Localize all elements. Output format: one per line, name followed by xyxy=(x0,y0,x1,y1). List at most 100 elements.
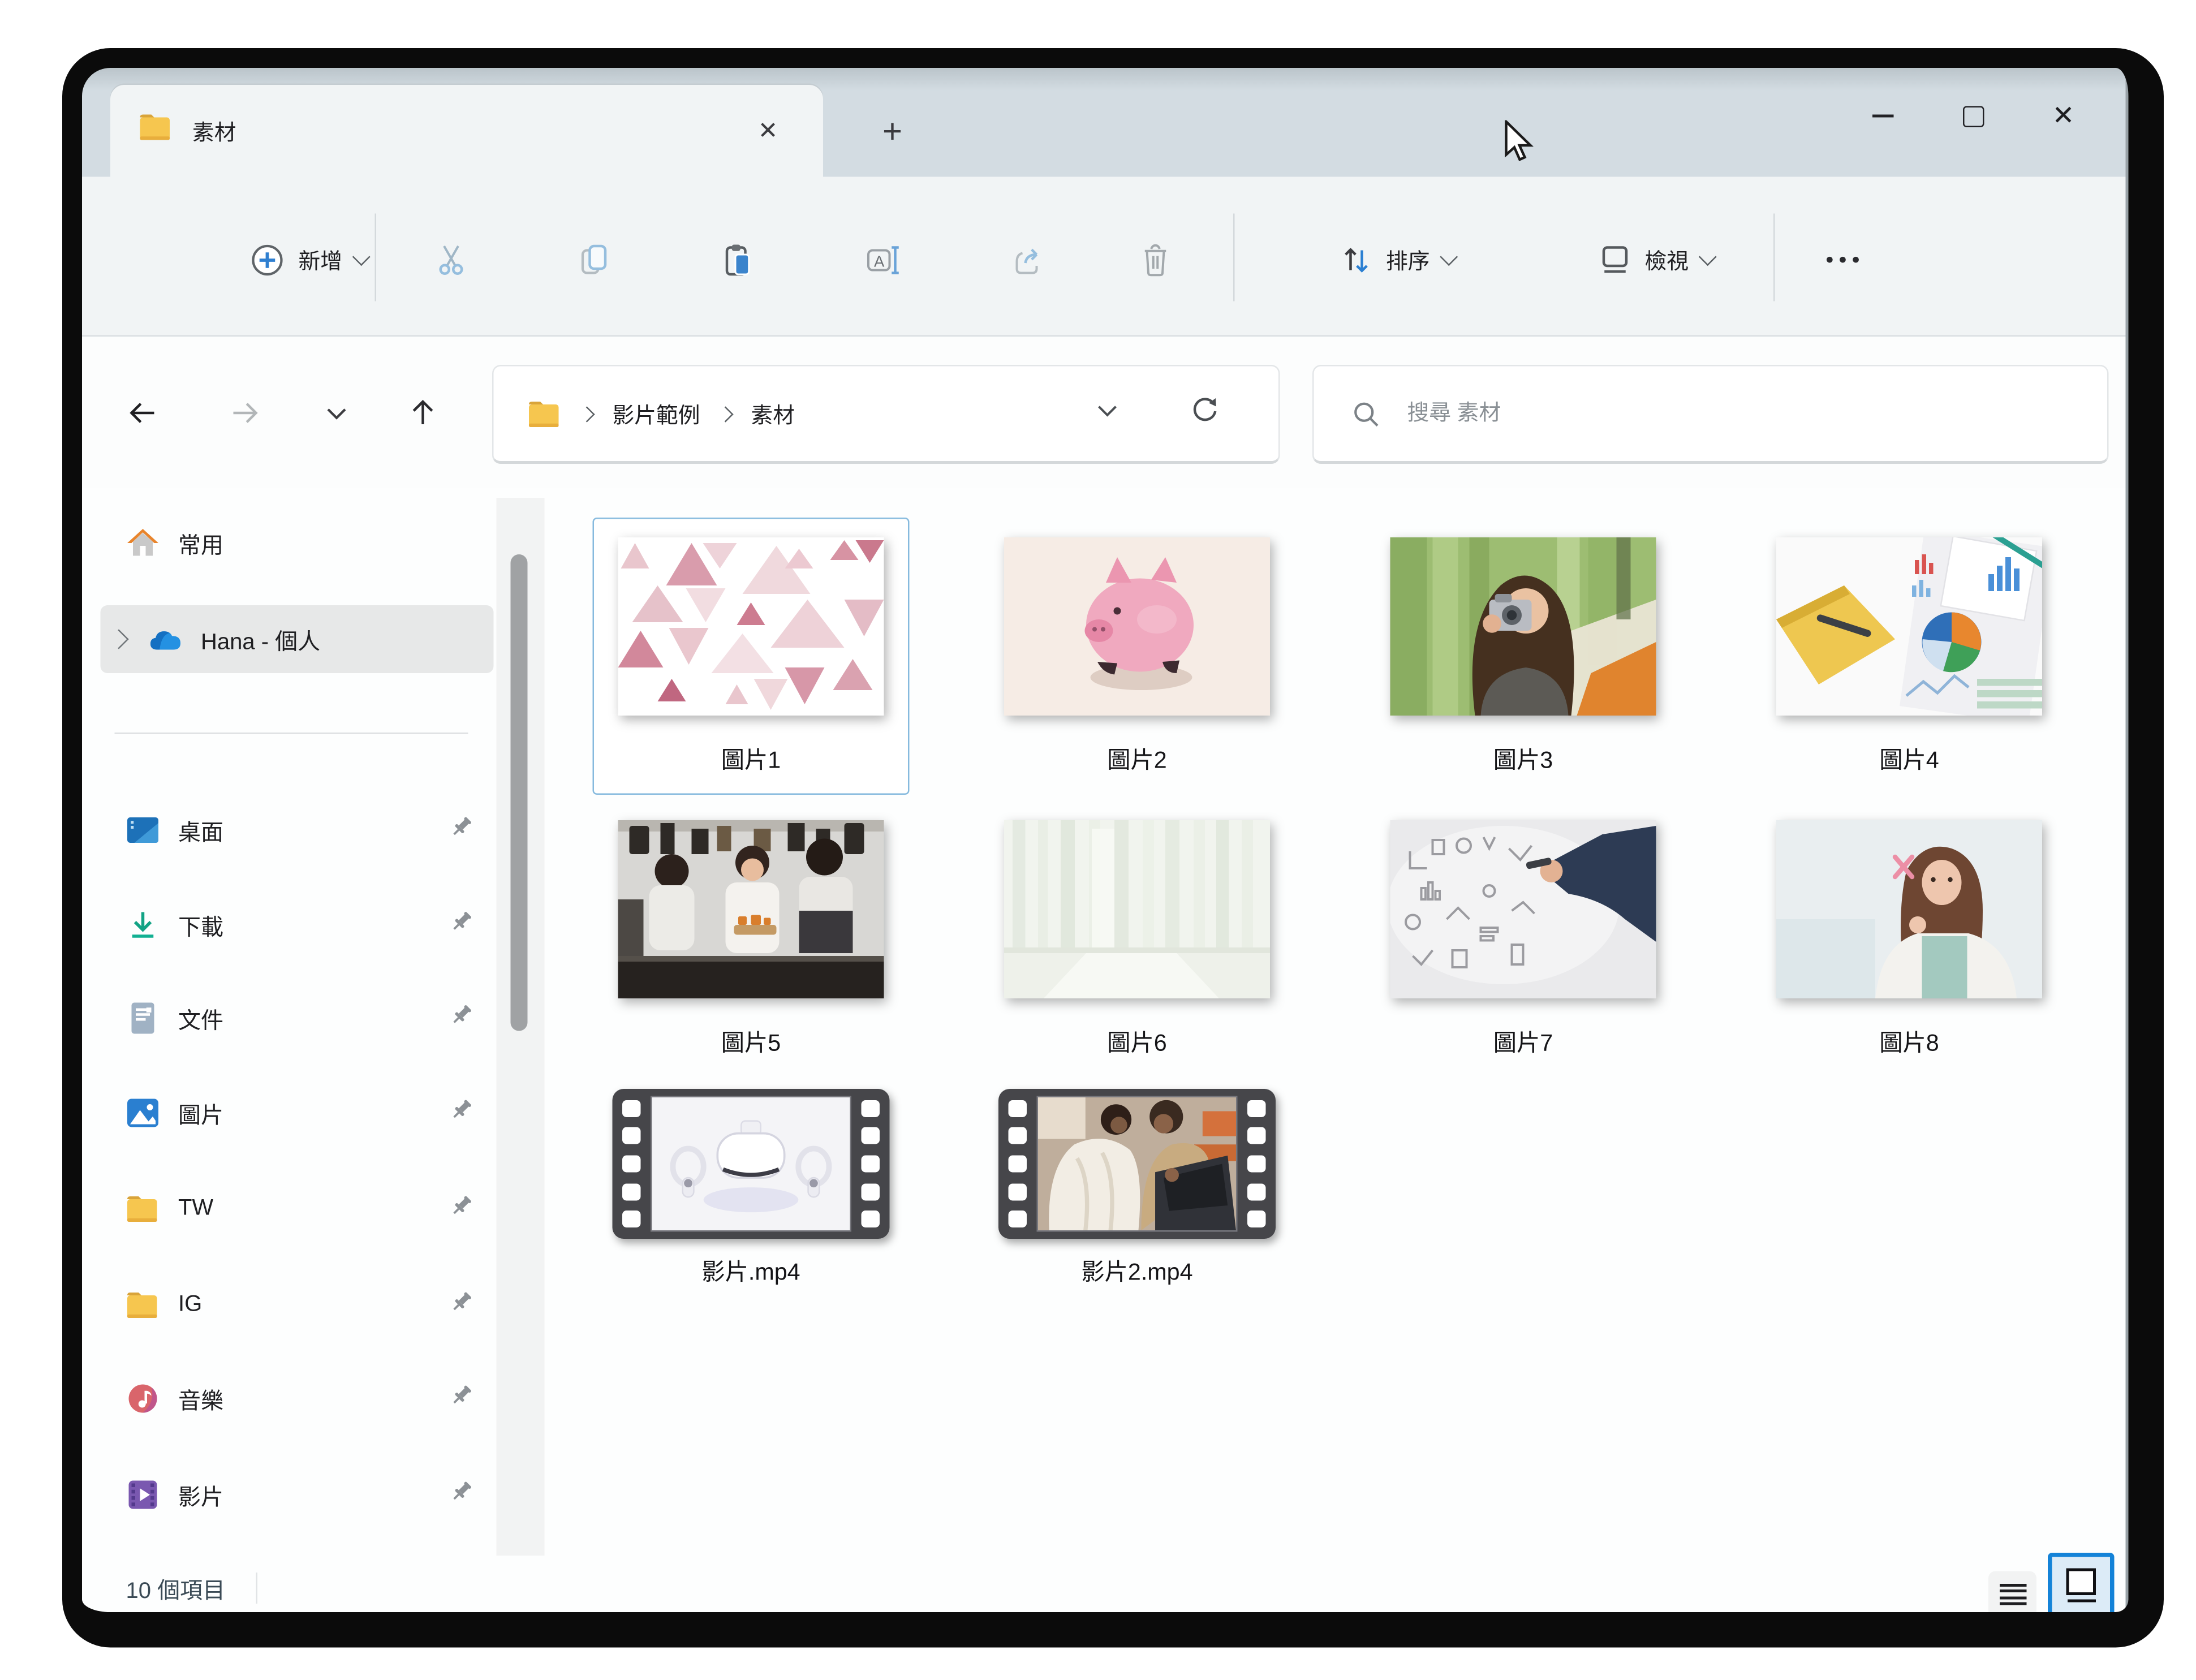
window-controls: ✕ xyxy=(1837,81,2126,152)
file-tile-image7[interactable]: 圖片7 xyxy=(1365,800,1682,1078)
file-label: 圖片4 xyxy=(1879,746,1939,778)
breadcrumb-parent[interactable]: 影片範例 xyxy=(613,398,700,429)
image5-thumbnail xyxy=(618,820,884,998)
file-label: 圖片5 xyxy=(721,1028,781,1061)
folder-icon xyxy=(126,1289,160,1323)
sidebar-scrollbar-thumb[interactable] xyxy=(511,554,528,1031)
details-view-button[interactable] xyxy=(1988,1571,2036,1613)
file-tile-image5[interactable]: 圖片5 xyxy=(593,800,910,1078)
share-button[interactable] xyxy=(1011,243,1045,277)
search-box[interactable] xyxy=(1312,365,2109,464)
copy-icon xyxy=(577,243,611,277)
tab-close-button[interactable]: ✕ xyxy=(750,113,786,149)
file-tile-image3[interactable]: 圖片3 xyxy=(1365,518,1682,795)
paste-button[interactable] xyxy=(721,243,755,277)
circle-plus-icon xyxy=(249,242,286,279)
refresh-icon xyxy=(1188,393,1222,427)
command-toolbar: 新增 A 排序 xyxy=(82,177,2126,337)
minimize-button[interactable] xyxy=(1837,85,1928,147)
sidebar-item-home[interactable]: 常用 xyxy=(101,512,494,574)
new-tab-button[interactable]: + xyxy=(868,109,916,157)
filmstrip-thumbnail xyxy=(998,1089,1276,1239)
folder-icon xyxy=(139,113,173,149)
tab-strip: 素材 ✕ + ✕ xyxy=(82,67,2126,177)
toolbar-separator xyxy=(1773,214,1775,301)
large-icons-view-button[interactable] xyxy=(2048,1553,2115,1612)
pin-icon xyxy=(450,1003,474,1034)
sidebar-item-desktop[interactable]: 桌面 xyxy=(101,799,494,861)
up-button[interactable] xyxy=(395,385,451,441)
search-input[interactable] xyxy=(1405,399,2004,428)
view-layout-icon xyxy=(1598,243,1632,277)
recent-locations-button[interactable] xyxy=(308,385,365,441)
back-button[interactable] xyxy=(115,385,171,441)
image3-thumbnail xyxy=(1390,537,1656,716)
rename-button[interactable]: A xyxy=(866,243,902,277)
image8-thumbnail xyxy=(1776,820,2042,998)
sidebar-item-ig-folder[interactable]: IG xyxy=(101,1274,494,1337)
sidebar-item-onedrive[interactable]: Hana - 個人 xyxy=(101,605,494,673)
pin-icon xyxy=(450,1194,474,1225)
tab-material-folder[interactable]: 素材 ✕ xyxy=(110,85,823,177)
image7-thumbnail xyxy=(1390,820,1656,998)
more-options-button[interactable]: ••• xyxy=(1826,248,1865,273)
rename-icon: A xyxy=(866,243,902,277)
status-separator xyxy=(256,1572,258,1603)
breadcrumb-chevron-icon xyxy=(717,406,733,421)
file-explorer-window: 素材 ✕ + ✕ 新增 xyxy=(82,67,2126,1613)
file-tile-image1[interactable]: 圖片1 xyxy=(593,518,910,795)
forward-button[interactable] xyxy=(217,385,273,441)
home-icon xyxy=(126,526,160,560)
pictures-icon xyxy=(126,1096,160,1130)
download-icon xyxy=(126,908,160,942)
file-tile-video2[interactable]: 影片2.mp4 xyxy=(979,1083,1295,1360)
status-bar: 10 個項目 xyxy=(82,1563,2126,1613)
address-row: 影片範例 素材 xyxy=(82,337,2126,488)
maximize-button[interactable] xyxy=(1928,85,2018,147)
chevron-down-icon xyxy=(1095,398,1120,423)
image6-thumbnail xyxy=(1004,820,1270,998)
pin-icon xyxy=(450,910,474,941)
cut-button[interactable] xyxy=(434,243,468,277)
mouse-cursor xyxy=(1504,120,1546,166)
breadcrumb-chevron-icon xyxy=(579,406,595,421)
filmstrip-thumbnail xyxy=(613,1089,890,1239)
arrow-right-icon xyxy=(228,396,262,430)
trash-icon xyxy=(1139,243,1173,277)
file-tile-image8[interactable]: 圖片8 xyxy=(1751,800,2068,1078)
sidebar-item-downloads[interactable]: 下載 xyxy=(101,894,494,956)
view-toggle-group xyxy=(1988,1553,2115,1612)
address-dropdown-button[interactable] xyxy=(1095,398,1120,430)
file-label: 圖片1 xyxy=(721,746,781,778)
music-icon xyxy=(126,1382,160,1416)
copy-button[interactable] xyxy=(577,243,611,277)
sidebar-item-tw-folder[interactable]: TW xyxy=(101,1178,494,1240)
chevron-right-icon[interactable] xyxy=(109,629,128,649)
sidebar-item-videos[interactable]: 影片 xyxy=(101,1464,494,1526)
sidebar-scrollbar-track[interactable] xyxy=(497,498,545,1556)
file-label: 圖片7 xyxy=(1493,1028,1553,1061)
chevron-down-icon xyxy=(352,247,371,265)
close-button[interactable]: ✕ xyxy=(2018,85,2109,147)
new-button[interactable]: 新增 xyxy=(249,242,368,279)
file-tile-image6[interactable]: 圖片6 xyxy=(979,800,1295,1078)
file-tile-image4[interactable]: 圖片4 xyxy=(1751,518,2068,795)
pin-icon xyxy=(450,1097,474,1128)
refresh-button[interactable] xyxy=(1188,393,1222,434)
sidebar-item-music[interactable]: 音樂 xyxy=(101,1368,494,1430)
desktop-icon xyxy=(126,813,160,847)
file-label: 圖片2 xyxy=(1107,746,1166,778)
ellipsis-icon: ••• xyxy=(1826,248,1865,273)
file-tile-video1[interactable]: 影片.mp4 xyxy=(593,1083,910,1360)
sort-button[interactable]: 排序 xyxy=(1339,243,1455,277)
file-tile-image2[interactable]: 圖片2 xyxy=(979,518,1295,795)
sidebar-item-documents[interactable]: 文件 xyxy=(101,987,494,1049)
delete-button[interactable] xyxy=(1139,243,1173,277)
breadcrumb-current[interactable]: 素材 xyxy=(751,398,795,429)
file-grid: 圖片1 圖片2 圖片3 xyxy=(593,518,2068,1366)
pin-icon xyxy=(450,1479,474,1510)
view-button[interactable]: 檢視 xyxy=(1598,243,1714,277)
sidebar-item-pictures[interactable]: 圖片 xyxy=(101,1082,494,1144)
address-bar[interactable]: 影片範例 素材 xyxy=(492,365,1280,464)
screenshot: 素材 ✕ + ✕ 新增 xyxy=(0,0,2196,1680)
